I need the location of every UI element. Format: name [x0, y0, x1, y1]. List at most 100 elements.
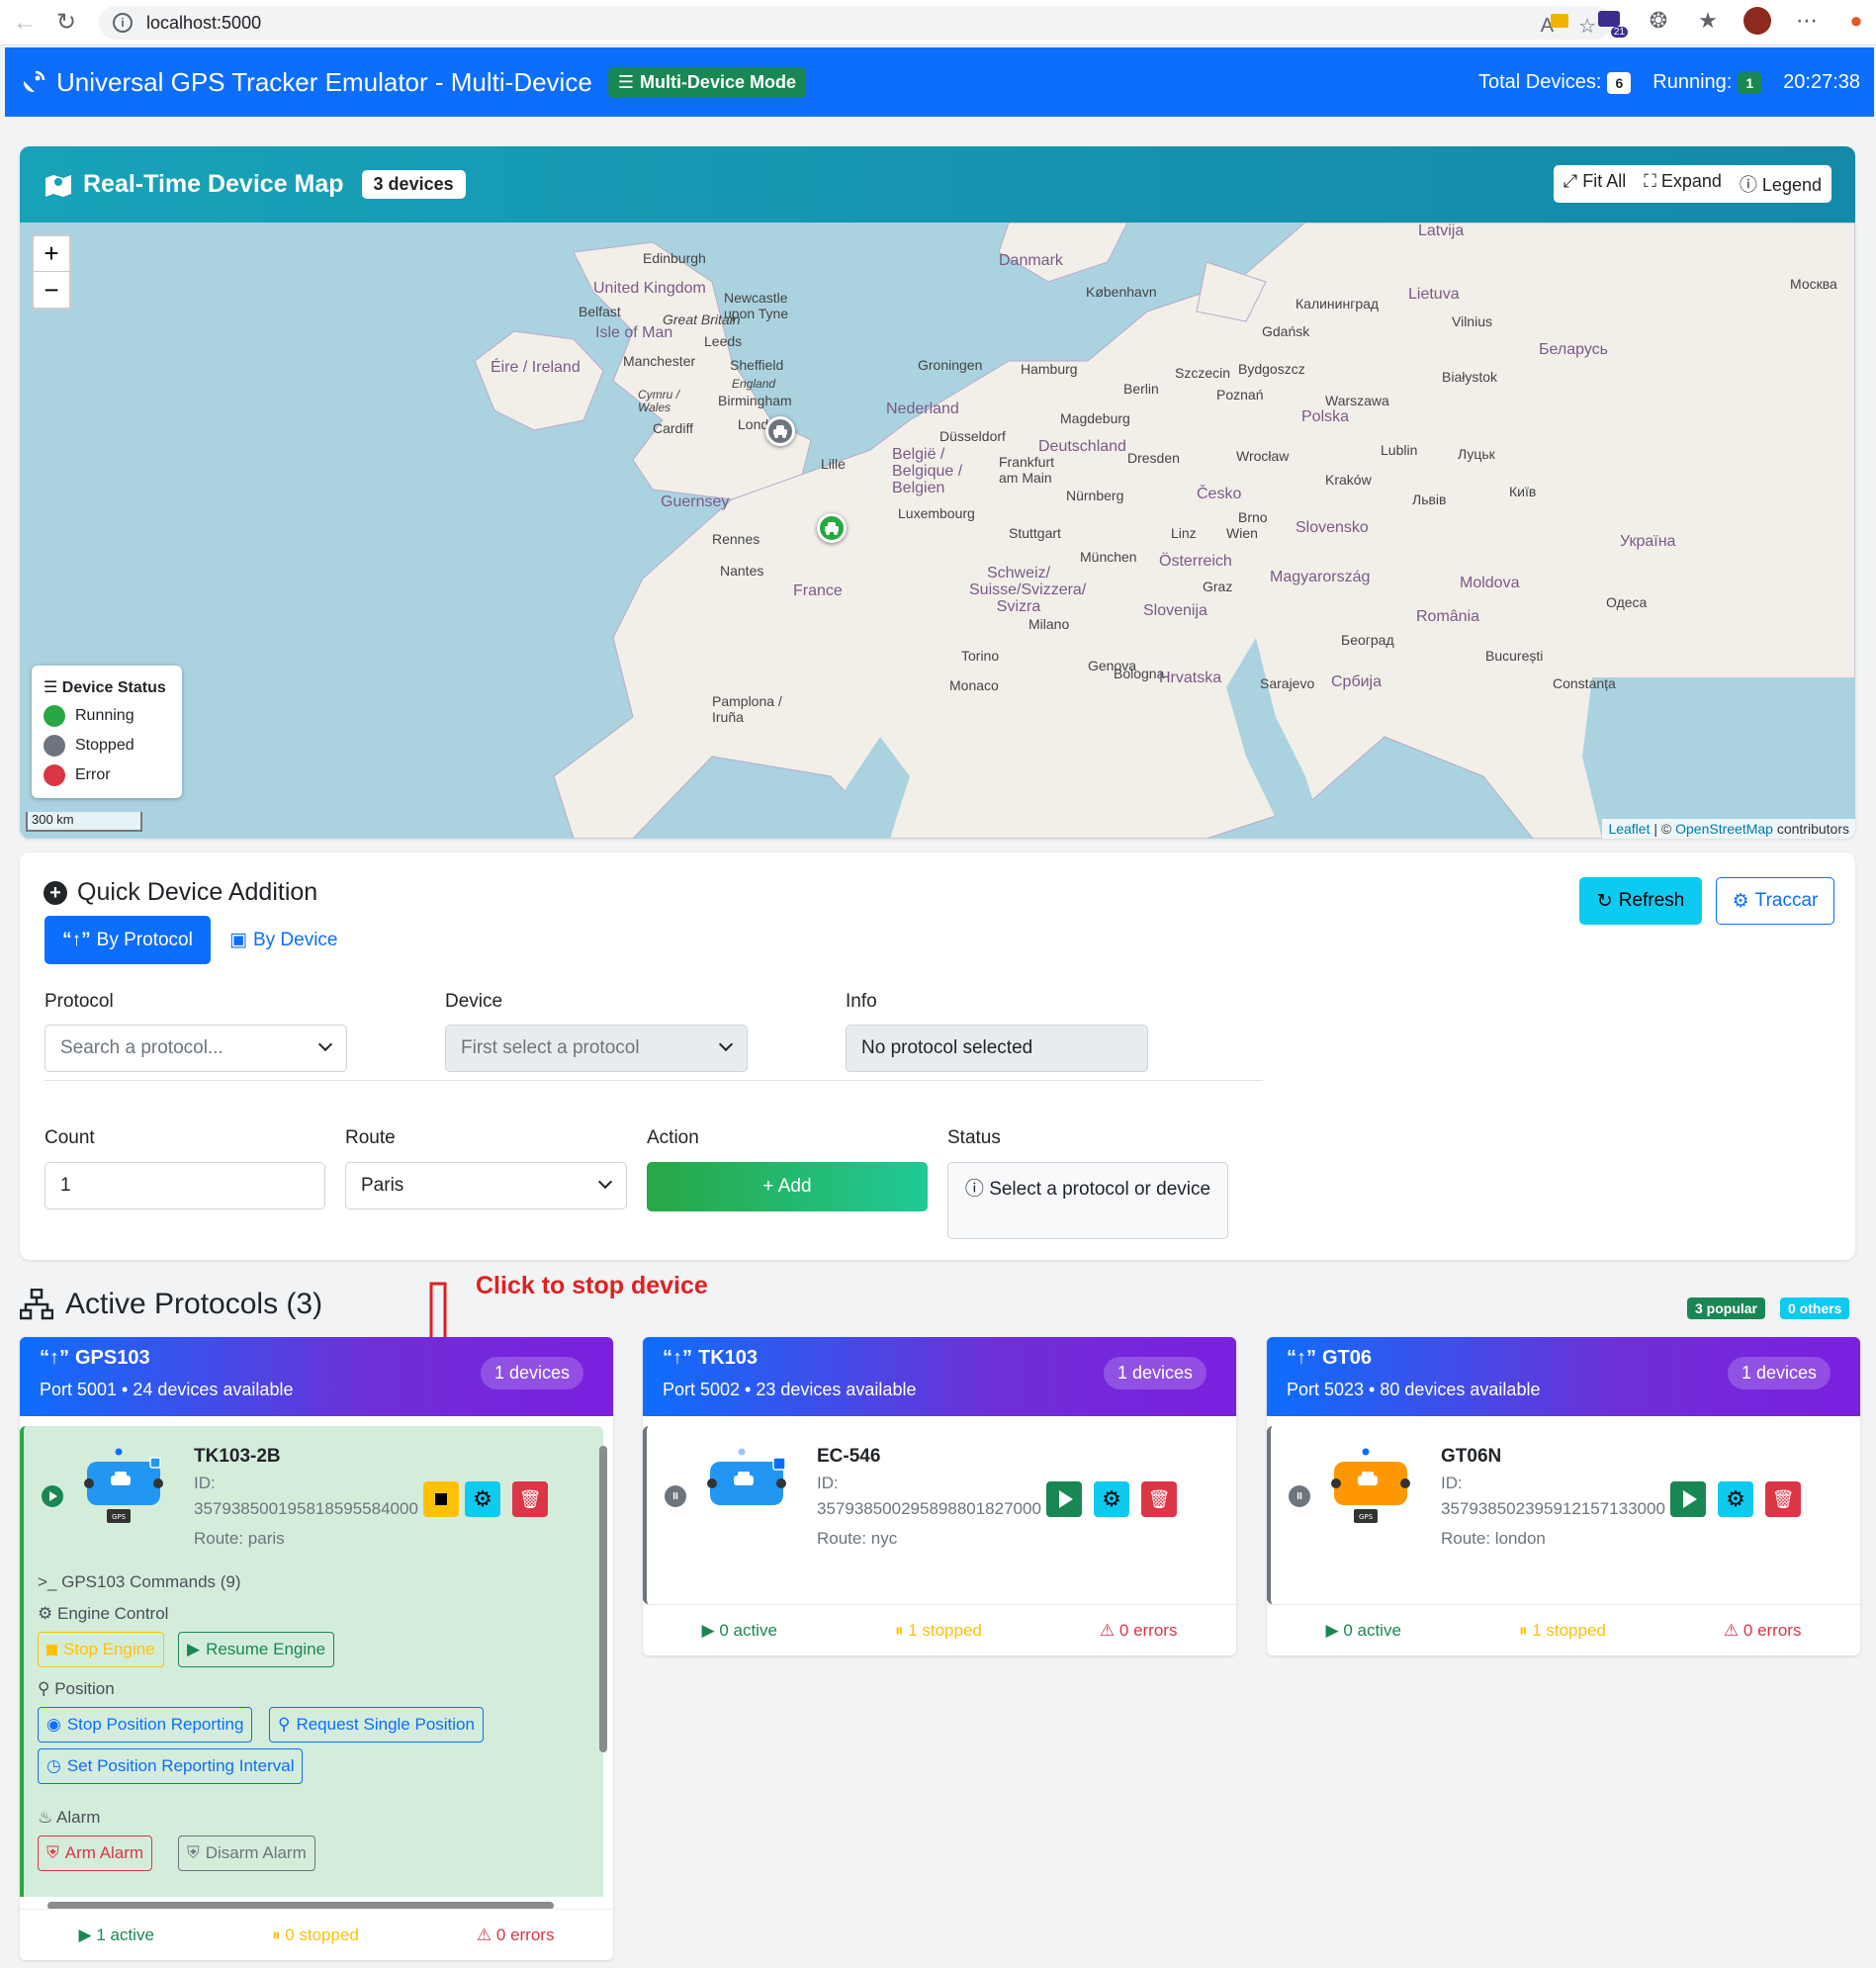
expand-button[interactable]: ⛶ Expand [1644, 171, 1722, 197]
protocol-card-gps103: “↑” GPS103 Port 5001 • 24 devices availab… [20, 1337, 613, 1960]
map-marker-running[interactable] [817, 513, 847, 543]
list-icon: ☰ [44, 679, 58, 696]
map-label-bucuresti: București [1485, 648, 1544, 664]
protocol-name: GT06 [1322, 1347, 1373, 1369]
refresh-button[interactable]: ↻ Refresh [1579, 877, 1702, 925]
profile-avatar[interactable] [1743, 7, 1771, 35]
attribution-suffix: contributors [1776, 821, 1849, 837]
add-button[interactable]: + Add [647, 1162, 928, 1211]
set-reporting-interval-button[interactable]: ◷ Set Position Reporting Interval [38, 1748, 304, 1784]
wallet-icon[interactable] [1546, 7, 1573, 35]
reload-icon[interactable]: ↻ [49, 6, 83, 40]
osm-link[interactable]: OpenStreetMap [1675, 821, 1773, 837]
multi-device-mode-badge: ☰ Multi-Device Mode [607, 66, 806, 98]
extensions-icon[interactable]: ❂ [1645, 7, 1672, 35]
arm-alarm-label: Arm Alarm [64, 1843, 144, 1862]
stop-engine-button[interactable]: Stop Engine [38, 1632, 164, 1667]
copilot-icon[interactable]: ● [1842, 7, 1870, 35]
map-marker-stopped[interactable] [765, 416, 795, 446]
active-protocols-title-text: Active Protocols (3) [65, 1288, 323, 1320]
running-count: 1 [1738, 71, 1762, 94]
arm-alarm-button[interactable]: ⛨ Arm Alarm [38, 1835, 153, 1871]
delete-device-button[interactable]: 🗑 [1765, 1481, 1801, 1517]
site-info-icon[interactable]: i [113, 13, 133, 33]
leaflet-link[interactable]: Leaflet [1608, 821, 1650, 837]
gear-icon: ⚙ [1102, 1486, 1121, 1511]
play-icon [1059, 1490, 1073, 1508]
device-list-scroll[interactable]: GPS TK103-2B ID: 35793850019581859558400… [20, 1416, 613, 1897]
start-device-button[interactable] [1046, 1481, 1082, 1517]
count-label: Count [45, 1127, 95, 1148]
start-device-button[interactable] [1670, 1481, 1706, 1517]
info-value: No protocol selected [861, 1037, 1033, 1058]
stopped-dot [44, 735, 65, 757]
route-select[interactable]: Paris [345, 1162, 627, 1209]
shield-icon: ⛨ [187, 1843, 200, 1862]
map-label-bologna: Bologna [1114, 666, 1165, 681]
quick-device-addition-card: + Quick Device Addition “↑” By Protocol … [20, 852, 1855, 1260]
stop-position-reporting-button[interactable]: ◉ Stop Position Reporting [38, 1707, 253, 1743]
device-settings-button[interactable]: ⚙ [465, 1481, 500, 1517]
clock: 20:27:38 [1783, 70, 1860, 93]
more-menu-icon[interactable]: ⋯ [1793, 7, 1821, 35]
zoom-in-button[interactable]: + [34, 236, 69, 272]
disarm-alarm-button[interactable]: ⛨ Disarm Alarm [178, 1835, 315, 1871]
tab-by-protocol[interactable]: “↑” By Protocol [45, 916, 211, 964]
traccar-button[interactable]: ⚙ Traccar [1716, 877, 1834, 925]
delete-device-button[interactable]: 🗑 [1141, 1481, 1177, 1517]
map-label-lublin: Lublin [1381, 442, 1418, 458]
error-dot [44, 764, 65, 786]
gear-icon: ⚙ [38, 1604, 53, 1623]
map-label-berlin: Berlin [1123, 381, 1159, 397]
app-brand[interactable]: Universal GPS Tracker Emulator - Multi-D… [21, 67, 592, 98]
address-bar[interactable]: i localhost:5000 A’ ☆ [99, 6, 1612, 40]
map-device-count: 3 devices [361, 170, 466, 199]
footer-errors: ⚠ 0 errors [1724, 1621, 1802, 1641]
running-devices: Running: 1 [1653, 71, 1762, 94]
stop-icon [435, 1493, 447, 1505]
tab-by-device[interactable]: ▣ By Device [229, 916, 337, 964]
scrollbar-thumb[interactable] [599, 1446, 607, 1752]
device-settings-button[interactable]: ⚙ [1094, 1481, 1129, 1517]
trash-icon: 🗑 [518, 1488, 542, 1509]
stop-circle-icon: ◉ [46, 1715, 61, 1734]
vertical-scrollbar[interactable] [597, 1426, 609, 1877]
map-label-lietuva: Lietuva [1408, 286, 1460, 303]
favorites-icon[interactable]: ★ [1694, 7, 1722, 35]
legend-item-running: Running [44, 705, 170, 727]
count-input[interactable]: 1 [45, 1162, 325, 1209]
extension-badge-icon[interactable]: 21 [1595, 7, 1628, 38]
protocol-select[interactable]: Search a protocol... [45, 1025, 347, 1072]
fit-all-button[interactable]: ⤢ Fit All [1563, 171, 1626, 197]
map-label-srbija: Србија [1331, 673, 1383, 690]
legend-button[interactable]: ⓘ Legend [1740, 171, 1822, 197]
map-label-edinburgh: Edinburgh [643, 250, 706, 266]
map-canvas[interactable]: Edinburgh United Kingdom Newcastle upon … [20, 223, 1855, 839]
delete-device-button[interactable]: 🗑 [512, 1481, 548, 1517]
device-select[interactable]: First select a protocol [445, 1025, 748, 1072]
map-label-slovenija: Slovenija [1143, 602, 1207, 619]
device-name: EC-546 [817, 1446, 881, 1467]
stop-device-button[interactable] [423, 1481, 459, 1517]
map-label-slovensko: Slovensko [1295, 519, 1369, 536]
terminal-icon: >_ [38, 1572, 57, 1591]
car-icon [825, 522, 839, 535]
annotation-click-to-stop: Click to stop device [476, 1272, 708, 1299]
resume-engine-button[interactable]: ▶ Resume Engine [178, 1632, 335, 1667]
map-label-szczecin: Szczecin [1175, 365, 1231, 381]
back-icon[interactable]: ← [8, 6, 42, 40]
broadcast-icon: “↑” [40, 1347, 69, 1369]
device-settings-button[interactable]: ⚙ [1718, 1481, 1753, 1517]
chevron-down-icon [718, 1036, 734, 1052]
request-single-position-button[interactable]: ⚲ Request Single Position [269, 1707, 484, 1743]
protocol-card-header: “↑” TK103 Port 5002 • 23 devices availabl… [643, 1337, 1236, 1416]
map-label-osterreich: Österreich [1159, 553, 1232, 570]
chip-icon: ▣ [229, 930, 247, 950]
stopped-status-icon: II [1289, 1485, 1310, 1507]
total-devices-count: 6 [1607, 71, 1632, 94]
map-attribution: Leaflet | © OpenStreetMap contributors [1602, 819, 1855, 839]
map-label-nederland: Nederland [886, 401, 959, 417]
zoom-out-button[interactable]: − [34, 272, 69, 308]
map-label-lviv: Львів [1412, 492, 1447, 507]
play-circle-icon: ▶ [78, 1924, 92, 1944]
